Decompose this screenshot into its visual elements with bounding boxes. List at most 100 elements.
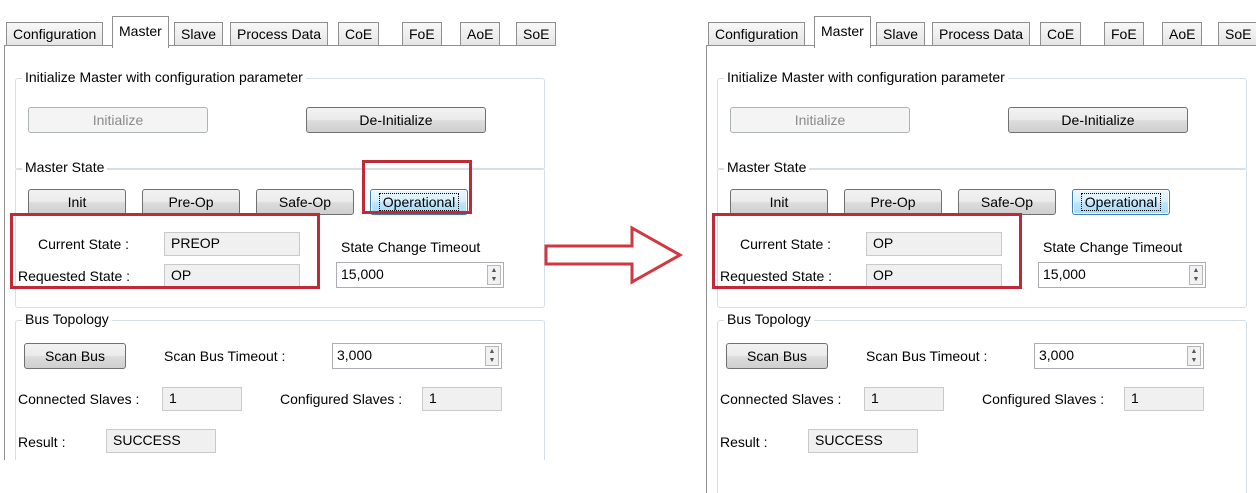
preop-button[interactable]: Pre-Op [142,189,240,215]
scan-bus-button[interactable]: Scan Bus [726,343,828,369]
scan-bus-timeout-input[interactable]: 3,000 ▲ ▼ [332,343,502,369]
operational-button[interactable]: Operational [1072,189,1170,215]
tab-aoe[interactable]: AoE [1162,22,1203,46]
button-label: Init [67,194,87,210]
button-label: Operational [1080,193,1162,211]
before-screenshot: Configuration Master Slave Process Data … [4,0,556,460]
button-label: Safe-Op [980,194,1034,210]
initialize-group: Initialize Master with configuration par… [15,69,545,170]
preop-button[interactable]: Pre-Op [844,189,942,215]
tab-label: Process Data [237,26,322,42]
safeop-button[interactable]: Safe-Op [256,189,354,215]
spinner-value: 15,000 [341,266,384,282]
tab-label: Configuration [715,26,799,42]
initialize-group: Initialize Master with configuration par… [717,69,1247,170]
tab-label: Master [821,23,864,39]
current-state-field: PREOP [164,232,300,256]
button-label: Scan Bus [45,348,105,364]
spinner-value: 3,000 [337,347,373,363]
tab-label: CoE [345,26,373,42]
result-field: SUCCESS [808,429,918,453]
button-label: Scan Bus [747,348,807,364]
configured-slaves-field: 1 [422,387,502,411]
button-label: Pre-Op [870,194,916,210]
current-state-label: Current State : [740,236,832,252]
group-title: Bus Topology [724,311,814,327]
tab-slave[interactable]: Slave [174,22,224,46]
tab-soe[interactable]: SoE [516,22,556,46]
tab-foe[interactable]: FoE [402,22,442,46]
tab-label: Slave [883,26,919,42]
connected-slaves-label: Connected Slaves : [18,391,140,407]
scan-bus-button[interactable]: Scan Bus [24,343,126,369]
tab-configuration[interactable]: Configuration [708,22,806,46]
tab-label: FoE [409,26,435,42]
tab-process-data[interactable]: Process Data [230,22,329,46]
current-state-label: Current State : [38,236,130,252]
tab-coe[interactable]: CoE [338,22,380,46]
init-button[interactable]: Init [730,189,828,215]
spin-up-down-icon[interactable]: ▲ ▼ [485,346,499,366]
spin-up-down-icon[interactable]: ▲ ▼ [487,265,501,285]
scan-bus-timeout-label: Scan Bus Timeout : [866,348,988,364]
group-title: Initialize Master with configuration par… [724,69,1008,85]
tab-process-data[interactable]: Process Data [932,22,1031,46]
tab-label: AoE [467,26,494,42]
tab-foe[interactable]: FoE [1104,22,1144,46]
button-label: Operational [378,193,460,211]
master-state-group: Master State Init Pre-Op Safe-Op Operati… [717,159,1247,308]
master-state-group: Master State Init Pre-Op Safe-Op Operati… [15,159,545,308]
configured-slaves-label: Configured Slaves : [280,391,403,407]
init-button[interactable]: Init [28,189,126,215]
tab-master[interactable]: Master [814,16,871,48]
deinitialize-button[interactable]: De-Initialize [1008,107,1188,133]
tab-slave[interactable]: Slave [876,22,926,46]
tab-aoe[interactable]: AoE [460,22,501,46]
tab-label: CoE [1047,26,1075,42]
tab-master[interactable]: Master [112,16,169,48]
state-change-timeout-label: State Change Timeout [1043,239,1183,255]
tab-strip: Configuration Master Slave Process Data … [4,8,556,48]
connected-slaves-label: Connected Slaves : [720,391,842,407]
operational-button[interactable]: Operational [370,189,468,215]
group-title: Master State [22,159,108,175]
current-state-field: OP [866,232,1002,256]
tab-label: SoE [1225,26,1252,42]
tab-configuration[interactable]: Configuration [6,22,104,46]
deinitialize-button[interactable]: De-Initialize [306,107,486,133]
initialize-button[interactable]: Initialize [730,107,910,133]
master-window-before: Configuration Master Slave Process Data … [4,0,556,460]
spinner-value: 15,000 [1043,266,1086,282]
connected-slaves-field: 1 [864,387,944,411]
button-label: De-Initialize [359,112,433,128]
scan-bus-timeout-input[interactable]: 3,000 ▲ ▼ [1034,343,1204,369]
spin-up-down-icon[interactable]: ▲ ▼ [1189,265,1203,285]
tab-label: AoE [1169,26,1196,42]
button-label: Initialize [794,112,846,128]
scan-bus-timeout-label: Scan Bus Timeout : [164,348,286,364]
requested-state-field: OP [866,264,1002,288]
spin-up-down-icon[interactable]: ▲ ▼ [1187,346,1201,366]
initialize-button[interactable]: Initialize [28,107,208,133]
tab-label: Process Data [939,26,1024,42]
master-window-after: Configuration Master Slave Process Data … [706,0,1256,493]
requested-state-label: Requested State : [720,268,833,284]
state-change-timeout-label: State Change Timeout [341,239,481,255]
tab-label: Slave [181,26,217,42]
requested-state-field: OP [164,264,300,288]
button-label: Initialize [92,112,144,128]
state-change-timeout-input[interactable]: 15,000 ▲ ▼ [336,262,504,288]
connected-slaves-field: 1 [162,387,242,411]
tab-label: SoE [523,26,550,42]
result-field: SUCCESS [106,429,216,453]
tab-content: Initialize Master with configuration par… [4,45,556,460]
tab-coe[interactable]: CoE [1040,22,1082,46]
configured-slaves-field: 1 [1124,387,1204,411]
state-change-timeout-input[interactable]: 15,000 ▲ ▼ [1038,262,1206,288]
group-title: Bus Topology [22,311,112,327]
safeop-button[interactable]: Safe-Op [958,189,1056,215]
tab-label: Master [119,23,162,39]
group-title: Initialize Master with configuration par… [22,69,306,85]
result-label: Result : [720,434,768,450]
tab-soe[interactable]: SoE [1218,22,1256,46]
